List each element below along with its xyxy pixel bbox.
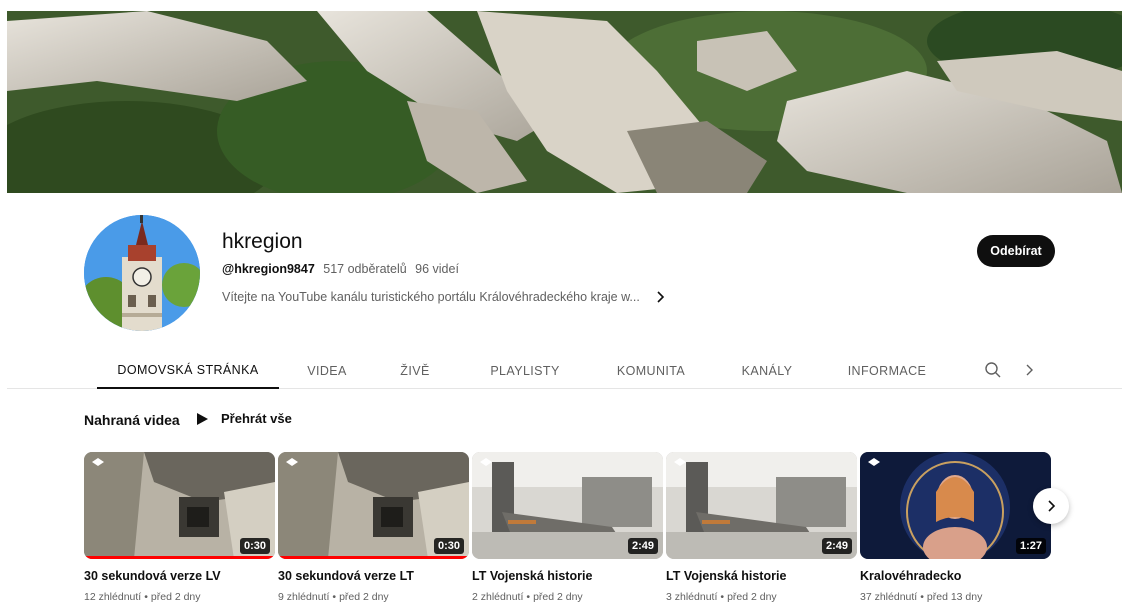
subscribe-button[interactable]: Odebírat bbox=[977, 235, 1055, 267]
play-all-label: Přehrát vše bbox=[221, 411, 292, 426]
view-count: 2 zhlédnutí bbox=[472, 591, 524, 603]
chevron-right-icon bbox=[1048, 500, 1056, 512]
video-meta: 3 zhlédnutí • před 2 dny bbox=[666, 591, 777, 603]
tab-live[interactable]: ŽIVĚ bbox=[390, 352, 440, 389]
video-meta: 37 zhlédnutí • před 13 dny bbox=[860, 591, 983, 603]
video-thumbnail[interactable]: 0:30 bbox=[84, 452, 275, 559]
tab-videos[interactable]: VIDEA bbox=[297, 352, 357, 389]
video-card[interactable]: 2:49 LT Vojenská historie 2 zhlédnutí • př… bbox=[472, 452, 663, 603]
section-title: Nahraná videa bbox=[84, 412, 180, 428]
search-icon[interactable] bbox=[984, 361, 1002, 379]
chevron-right-icon[interactable] bbox=[654, 290, 668, 304]
tab-home[interactable]: DOMOVSKÁ STRÁNKA bbox=[97, 352, 279, 389]
play-icon bbox=[197, 412, 208, 425]
video-card[interactable]: 2:49 LT Vojenská historie 3 zhlédnutí • př… bbox=[666, 452, 857, 603]
channel-description[interactable]: Vítejte na YouTube kanálu turistického p… bbox=[222, 290, 668, 304]
video-title[interactable]: LT Vojenská historie bbox=[666, 569, 857, 583]
video-meta: 12 zhlédnutí • před 2 dny bbox=[84, 591, 201, 603]
video-title[interactable]: 30 sekundová verze LT bbox=[278, 569, 469, 583]
video-count: 96 videí bbox=[415, 262, 459, 276]
channel-meta: @hkregion9847 517 odběratelů 96 videí bbox=[222, 262, 464, 276]
video-thumbnail[interactable]: 2:49 bbox=[666, 452, 857, 559]
tab-channels[interactable]: KANÁLY bbox=[732, 352, 802, 389]
play-all-button[interactable]: Přehrát vše bbox=[195, 411, 292, 426]
tab-community[interactable]: KOMUNITA bbox=[607, 352, 695, 389]
upload-age: před 2 dny bbox=[339, 591, 389, 603]
shelf-next-button[interactable] bbox=[1033, 488, 1069, 524]
chevron-right-icon[interactable] bbox=[1020, 361, 1038, 379]
video-card[interactable]: 1:27 Kralovéhradecko 37 zhlédnutí • před 1… bbox=[860, 452, 1051, 603]
view-count: 3 zhlédnutí bbox=[666, 591, 718, 603]
video-thumbnail[interactable]: 0:30 bbox=[278, 452, 469, 559]
upload-age: před 2 dny bbox=[150, 591, 201, 603]
video-duration: 0:30 bbox=[239, 538, 270, 554]
video-duration: 2:49 bbox=[821, 538, 852, 554]
video-meta: 9 zhlédnutí • před 2 dny bbox=[278, 591, 389, 603]
view-count: 9 zhlédnutí bbox=[278, 591, 330, 603]
channel-tabs: DOMOVSKÁ STRÁNKA VIDEA ŽIVĚ PLAYLISTY KO… bbox=[7, 352, 1122, 389]
channel-avatar[interactable] bbox=[84, 215, 200, 331]
tab-about[interactable]: INFORMACE bbox=[839, 352, 935, 389]
channel-handle: @hkregion9847 bbox=[222, 262, 315, 276]
video-card[interactable]: 0:30 30 sekundová verze LV 12 zhlédnutí •… bbox=[84, 452, 275, 603]
video-thumbnail[interactable]: 2:49 bbox=[472, 452, 663, 559]
video-title[interactable]: Kralovéhradecko bbox=[860, 569, 1051, 583]
video-title[interactable]: 30 sekundová verze LV bbox=[84, 569, 275, 583]
video-thumbnail[interactable]: 1:27 bbox=[860, 452, 1051, 559]
channel-name: hkregion bbox=[222, 230, 303, 253]
video-duration: 0:30 bbox=[433, 538, 464, 554]
video-title[interactable]: LT Vojenská historie bbox=[472, 569, 663, 583]
video-duration: 1:27 bbox=[1015, 538, 1046, 554]
view-count: 12 zhlédnutí bbox=[84, 591, 142, 603]
channel-description-text: Vítejte na YouTube kanálu turistického p… bbox=[222, 290, 640, 304]
video-meta: 2 zhlédnutí • před 2 dny bbox=[472, 591, 583, 603]
channel-banner bbox=[7, 11, 1122, 193]
view-count: 37 zhlédnutí bbox=[860, 591, 918, 603]
upload-age: před 13 dny bbox=[926, 591, 983, 603]
video-card[interactable]: 0:30 30 sekundová verze LT 9 zhlédnutí • p… bbox=[278, 452, 469, 603]
upload-age: před 2 dny bbox=[533, 591, 583, 603]
video-duration: 2:49 bbox=[627, 538, 658, 554]
subscriber-count: 517 odběratelů bbox=[323, 262, 407, 276]
upload-age: před 2 dny bbox=[727, 591, 777, 603]
tab-playlists[interactable]: PLAYLISTY bbox=[480, 352, 570, 389]
watch-progress-bar bbox=[84, 556, 275, 559]
watch-progress-bar bbox=[278, 556, 469, 559]
